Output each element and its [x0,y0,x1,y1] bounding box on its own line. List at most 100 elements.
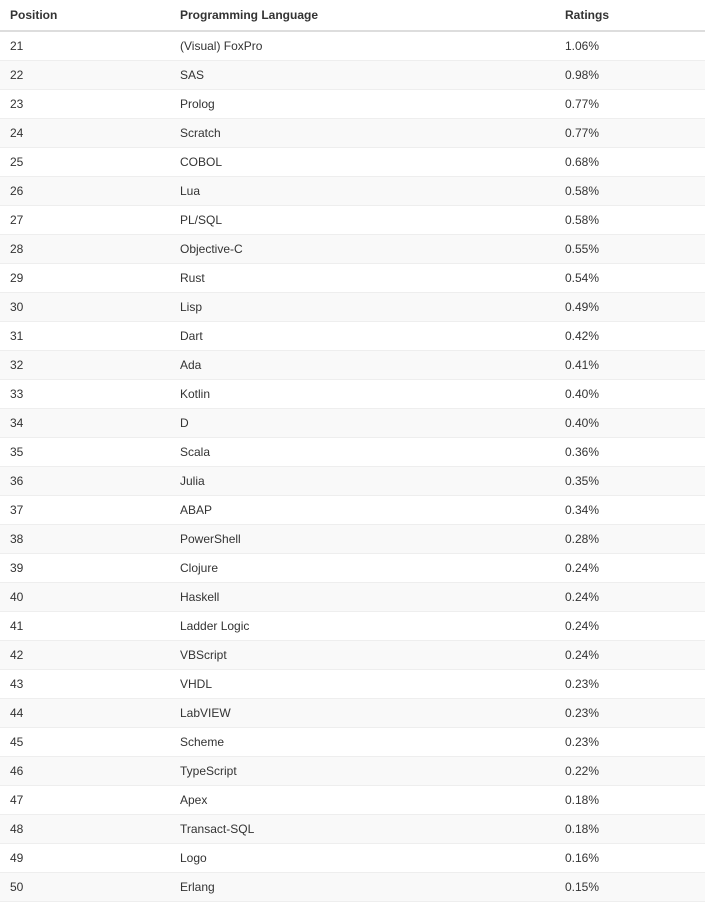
cell-ratings: 0.77% [555,119,705,148]
cell-position: 43 [0,670,170,699]
cell-ratings: 0.23% [555,728,705,757]
cell-ratings: 0.24% [555,641,705,670]
cell-position: 32 [0,351,170,380]
table-row: 30Lisp0.49% [0,293,705,322]
cell-language: Objective-C [170,235,555,264]
cell-position: 34 [0,409,170,438]
cell-position: 36 [0,467,170,496]
cell-ratings: 0.58% [555,206,705,235]
cell-language: PL/SQL [170,206,555,235]
table-row: 49Logo0.16% [0,844,705,873]
table-row: 29Rust0.54% [0,264,705,293]
cell-language: Transact-SQL [170,815,555,844]
table-row: 33Kotlin0.40% [0,380,705,409]
cell-ratings: 0.98% [555,61,705,90]
cell-language: VBScript [170,641,555,670]
cell-position: 27 [0,206,170,235]
cell-language: Ladder Logic [170,612,555,641]
cell-position: 25 [0,148,170,177]
cell-ratings: 0.15% [555,873,705,902]
cell-ratings: 0.22% [555,757,705,786]
cell-position: 30 [0,293,170,322]
cell-language: Haskell [170,583,555,612]
cell-ratings: 0.24% [555,583,705,612]
header-position: Position [0,0,170,31]
cell-ratings: 0.55% [555,235,705,264]
cell-ratings: 0.49% [555,293,705,322]
cell-language: Julia [170,467,555,496]
table-row: 45Scheme0.23% [0,728,705,757]
cell-ratings: 0.40% [555,409,705,438]
table-row: 23Prolog0.77% [0,90,705,119]
cell-language: Scratch [170,119,555,148]
cell-language: LabVIEW [170,699,555,728]
table-row: 25COBOL0.68% [0,148,705,177]
cell-language: Logo [170,844,555,873]
cell-language: Clojure [170,554,555,583]
cell-ratings: 0.35% [555,467,705,496]
cell-position: 26 [0,177,170,206]
cell-language: Ada [170,351,555,380]
cell-language: VHDL [170,670,555,699]
cell-position: 23 [0,90,170,119]
cell-language: ABAP [170,496,555,525]
table-row: 46TypeScript0.22% [0,757,705,786]
cell-ratings: 0.77% [555,90,705,119]
cell-position: 38 [0,525,170,554]
cell-ratings: 0.42% [555,322,705,351]
cell-position: 24 [0,119,170,148]
cell-language: (Visual) FoxPro [170,31,555,61]
cell-position: 33 [0,380,170,409]
cell-ratings: 0.54% [555,264,705,293]
table-row: 26Lua0.58% [0,177,705,206]
cell-language: Erlang [170,873,555,902]
cell-language: Rust [170,264,555,293]
table-row: 28Objective-C0.55% [0,235,705,264]
cell-ratings: 0.34% [555,496,705,525]
cell-language: TypeScript [170,757,555,786]
cell-ratings: 0.41% [555,351,705,380]
cell-ratings: 0.24% [555,612,705,641]
cell-position: 31 [0,322,170,351]
table-row: 35Scala0.36% [0,438,705,467]
cell-position: 41 [0,612,170,641]
cell-position: 40 [0,583,170,612]
cell-position: 39 [0,554,170,583]
table-row: 24Scratch0.77% [0,119,705,148]
table-row: 48Transact-SQL0.18% [0,815,705,844]
cell-position: 45 [0,728,170,757]
cell-position: 42 [0,641,170,670]
cell-ratings: 0.68% [555,148,705,177]
cell-language: SAS [170,61,555,90]
cell-language: Dart [170,322,555,351]
cell-language: Scala [170,438,555,467]
cell-position: 29 [0,264,170,293]
table-row: 22SAS0.98% [0,61,705,90]
cell-ratings: 1.06% [555,31,705,61]
header-ratings: Ratings [555,0,705,31]
table-row: 34D0.40% [0,409,705,438]
table-header-row: Position Programming Language Ratings [0,0,705,31]
table-row: 42VBScript0.24% [0,641,705,670]
cell-position: 35 [0,438,170,467]
cell-ratings: 0.28% [555,525,705,554]
cell-language: D [170,409,555,438]
cell-language: Lisp [170,293,555,322]
cell-language: Lua [170,177,555,206]
cell-ratings: 0.16% [555,844,705,873]
cell-ratings: 0.40% [555,380,705,409]
table-row: 21(Visual) FoxPro1.06% [0,31,705,61]
cell-position: 49 [0,844,170,873]
table-row: 50Erlang0.15% [0,873,705,902]
cell-language: COBOL [170,148,555,177]
cell-language: PowerShell [170,525,555,554]
table-row: 40Haskell0.24% [0,583,705,612]
table-row: 39Clojure0.24% [0,554,705,583]
table-row: 47Apex0.18% [0,786,705,815]
cell-ratings: 0.24% [555,554,705,583]
table-row: 38PowerShell0.28% [0,525,705,554]
cell-language: Apex [170,786,555,815]
language-rankings-table: Position Programming Language Ratings 21… [0,0,705,902]
cell-position: 50 [0,873,170,902]
cell-position: 48 [0,815,170,844]
